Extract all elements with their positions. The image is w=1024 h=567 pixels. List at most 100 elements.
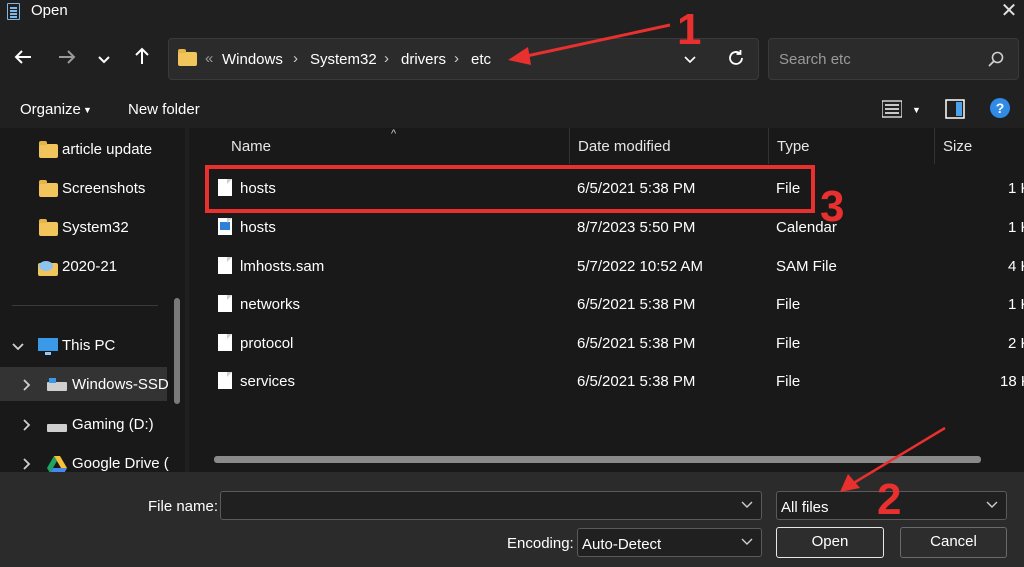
- folder-icon: [39, 219, 58, 236]
- file-size: 1 K: [1008, 296, 1024, 313]
- cancel-button[interactable]: Cancel: [900, 527, 1007, 558]
- file-size: 1 K: [1008, 180, 1024, 197]
- back-button[interactable]: [8, 44, 38, 74]
- chevron-down-icon[interactable]: [12, 339, 24, 356]
- file-name: networks: [240, 296, 301, 313]
- annotation-highlight-box: [205, 165, 815, 213]
- recent-locations-button[interactable]: [89, 44, 119, 74]
- arrow-up-icon: [135, 47, 149, 64]
- close-icon[interactable]: ✕: [994, 0, 1024, 24]
- nav-scrollbar[interactable]: [174, 298, 180, 404]
- new-folder-button[interactable]: New folder: [128, 101, 200, 118]
- chevron-down-icon: [98, 56, 110, 64]
- file-date: 6/5/2021 5:38 PM: [577, 335, 696, 352]
- breadcrumb-overflow[interactable]: «: [205, 50, 213, 67]
- column-header-name[interactable]: Name: [231, 138, 271, 155]
- chevron-down-icon[interactable]: [986, 496, 998, 512]
- file-date: 6/5/2021 5:38 PM: [577, 373, 696, 390]
- drive-icon: [47, 378, 67, 396]
- help-icon[interactable]: ?: [990, 98, 1010, 122]
- file-date: 8/7/2023 5:50 PM: [577, 219, 696, 236]
- cloud-folder-icon: [38, 259, 60, 281]
- chevron-right-icon[interactable]: [22, 457, 32, 472]
- preview-pane-icon[interactable]: [945, 99, 965, 123]
- column-header-type[interactable]: Type: [777, 138, 810, 155]
- column-divider[interactable]: [768, 128, 769, 164]
- chevron-down-icon[interactable]: [741, 533, 753, 549]
- file-type: SAM File: [776, 258, 837, 275]
- window-title: Open: [31, 2, 68, 19]
- file-icon: [218, 334, 232, 351]
- sidebar-item-2020-21[interactable]: 2020-21: [0, 249, 167, 283]
- sidebar-item-windows-ssd[interactable]: Windows-SSD: [0, 367, 169, 401]
- breadcrumb-system32[interactable]: System32: [310, 51, 377, 68]
- breadcrumb-drivers[interactable]: drivers: [401, 51, 446, 68]
- file-name: lmhosts.sam: [240, 258, 325, 275]
- file-type-value: All files: [781, 499, 829, 516]
- sidebar-item-label: System32: [62, 219, 129, 236]
- chevron-right-icon[interactable]: [22, 418, 32, 435]
- drive-icon: [47, 420, 67, 437]
- column-divider[interactable]: [934, 128, 935, 164]
- breadcrumb-separator[interactable]: ›: [454, 50, 459, 67]
- annotation-number-1: 1: [677, 5, 702, 54]
- table-row[interactable]: lmhosts.sam 5/7/2022 10:52 AM SAM File 4…: [189, 247, 1024, 285]
- table-row[interactable]: services 6/5/2021 5:38 PM File 18 K: [189, 362, 1024, 400]
- sidebar-item-gaming-d[interactable]: Gaming (D:): [0, 407, 167, 441]
- file-icon: [218, 257, 232, 274]
- breadcrumb-etc[interactable]: etc: [471, 51, 491, 68]
- breadcrumb-separator[interactable]: ›: [293, 50, 298, 67]
- file-date: 5/7/2022 10:52 AM: [577, 258, 703, 275]
- annotation-number-3: 3: [820, 182, 845, 231]
- sidebar-item-label: This PC: [62, 337, 116, 354]
- file-size: 2 K: [1008, 335, 1024, 352]
- breadcrumb-separator[interactable]: ›: [384, 50, 389, 67]
- sidebar-item-label: 2020-21: [62, 258, 118, 275]
- file-type: File: [776, 296, 801, 313]
- chevron-down-icon[interactable]: [741, 496, 753, 512]
- annotation-number-2: 2: [877, 475, 902, 524]
- encoding-select[interactable]: Auto-Detect: [577, 528, 762, 557]
- caret-down-icon[interactable]: ▼: [83, 105, 92, 115]
- search-box[interactable]: Search etc: [768, 38, 1019, 80]
- sidebar-item-article-update[interactable]: article update: [0, 132, 167, 166]
- up-button[interactable]: [127, 44, 157, 74]
- file-date: 6/5/2021 5:38 PM: [577, 296, 696, 313]
- table-row[interactable]: networks 6/5/2021 5:38 PM File 1 K: [189, 285, 1024, 323]
- sidebar-item-system32[interactable]: System32: [0, 210, 167, 244]
- breadcrumb-windows[interactable]: Windows: [222, 51, 283, 68]
- file-type: File: [776, 373, 801, 390]
- column-header-size[interactable]: Size: [943, 138, 972, 155]
- file-name: hosts: [240, 219, 276, 236]
- column-divider[interactable]: [569, 128, 570, 164]
- file-name-input[interactable]: [220, 491, 762, 520]
- view-options-icon[interactable]: [881, 100, 903, 122]
- forward-button[interactable]: [52, 44, 82, 74]
- google-drive-icon: [47, 456, 67, 472]
- sidebar-item-screenshots[interactable]: Screenshots: [0, 171, 167, 205]
- organize-button[interactable]: Organize: [20, 101, 81, 118]
- navigation-pane[interactable]: article update Screenshots System32 2020…: [0, 128, 185, 472]
- monitor-icon: [38, 338, 58, 360]
- chevron-right-icon[interactable]: [22, 378, 32, 395]
- column-header-date-modified[interactable]: Date modified: [578, 138, 671, 155]
- caret-down-icon[interactable]: ▼: [912, 105, 921, 115]
- file-name: protocol: [240, 335, 294, 352]
- open-button[interactable]: Open: [776, 527, 884, 558]
- file-type: File: [776, 335, 801, 352]
- search-icon[interactable]: [988, 51, 1004, 71]
- sidebar-item-label: Google Drive (: [72, 455, 169, 472]
- sidebar-item-label: Screenshots: [62, 180, 146, 197]
- sidebar-item-google-drive[interactable]: Google Drive (: [0, 446, 169, 472]
- sidebar-item-this-pc[interactable]: This PC: [0, 328, 167, 362]
- svg-text:?: ?: [996, 100, 1005, 116]
- refresh-icon[interactable]: [727, 49, 745, 71]
- file-name: services: [240, 373, 296, 390]
- folder-icon: [178, 49, 197, 66]
- notepad-icon: [7, 3, 20, 20]
- table-row[interactable]: hosts 8/7/2023 5:50 PM Calendar 1 K: [189, 208, 1024, 246]
- search-input[interactable]: Search etc: [779, 51, 851, 68]
- table-row[interactable]: protocol 6/5/2021 5:38 PM File 2 K: [189, 324, 1024, 362]
- annotation-arrow-1: [508, 23, 671, 65]
- file-icon: [218, 295, 232, 312]
